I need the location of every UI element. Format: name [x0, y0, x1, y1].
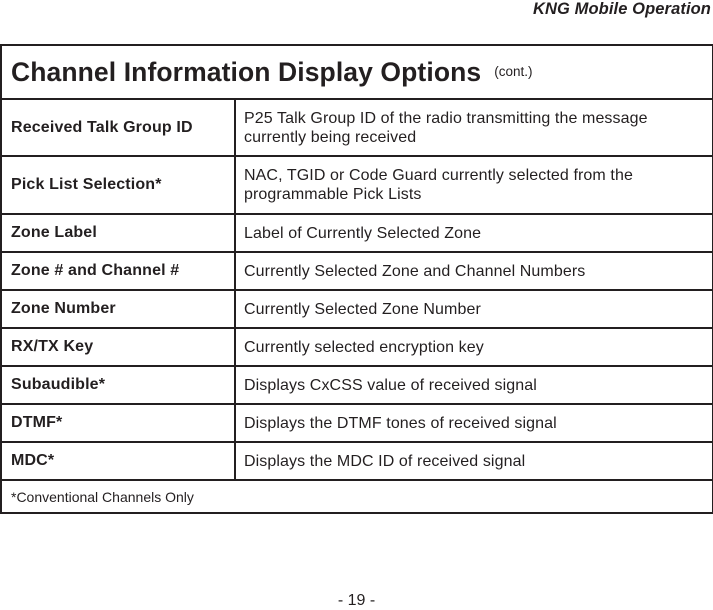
row-description: Displays CxCSS value of received signal — [244, 376, 537, 394]
table-row: Zone # and Channel # Currently Selected … — [2, 253, 712, 291]
running-header: KNG Mobile Operation — [532, 0, 711, 18]
table-row: RX/TX Key Currently selected encryption … — [2, 329, 712, 367]
row-label: Zone # and Channel # — [2, 253, 236, 289]
table-row: Received Talk Group ID P25 Talk Group ID… — [2, 100, 712, 157]
row-description: Label of Currently Selected Zone — [244, 224, 482, 242]
row-description: Currently Selected Zone Number — [244, 300, 481, 318]
row-description: P25 Talk Group ID of the radio transmitt… — [244, 109, 648, 146]
row-description: Currently Selected Zone and Channel Numb… — [244, 262, 586, 280]
row-description: Displays the DTMF tones of received sign… — [244, 414, 557, 432]
row-description: Currently selected encryption key — [244, 338, 484, 356]
row-label: Zone Label — [2, 215, 236, 251]
row-description: NAC, TGID or Code Guard currently select… — [244, 167, 633, 203]
row-label: RX/TX Key — [2, 329, 236, 365]
table-row: Zone Number Currently Selected Zone Numb… — [2, 291, 712, 329]
row-label: Zone Number — [2, 291, 236, 327]
table-row: MDC* Displays the MDC ID of received sig… — [2, 443, 712, 481]
page-number: - 19 - — [337, 592, 376, 609]
row-description: Displays the MDC ID of received signal — [244, 452, 526, 470]
table-row: Subaudible* Displays CxCSS value of rece… — [2, 367, 712, 405]
row-label: Pick List Selection* — [2, 157, 236, 213]
table-row: Pick List Selection* NAC, TGID or Code G… — [2, 157, 712, 215]
channel-info-table: Channel Information Display Options (con… — [0, 44, 713, 514]
row-label: DTMF* — [2, 405, 236, 441]
table-title-suffix: (cont.) — [494, 63, 533, 79]
table-title: Channel Information Display Options — [11, 56, 482, 87]
table-title-row: Channel Information Display Options (con… — [2, 46, 712, 100]
row-label: Subaudible* — [2, 367, 236, 403]
row-label: MDC* — [2, 443, 236, 479]
table-footnote: *Conventional Channels Only — [11, 488, 194, 505]
table-row: DTMF* Displays the DTMF tones of receive… — [2, 405, 712, 443]
table-row: Zone Label Label of Currently Selected Z… — [2, 215, 712, 253]
row-label: Received Talk Group ID — [2, 100, 236, 155]
